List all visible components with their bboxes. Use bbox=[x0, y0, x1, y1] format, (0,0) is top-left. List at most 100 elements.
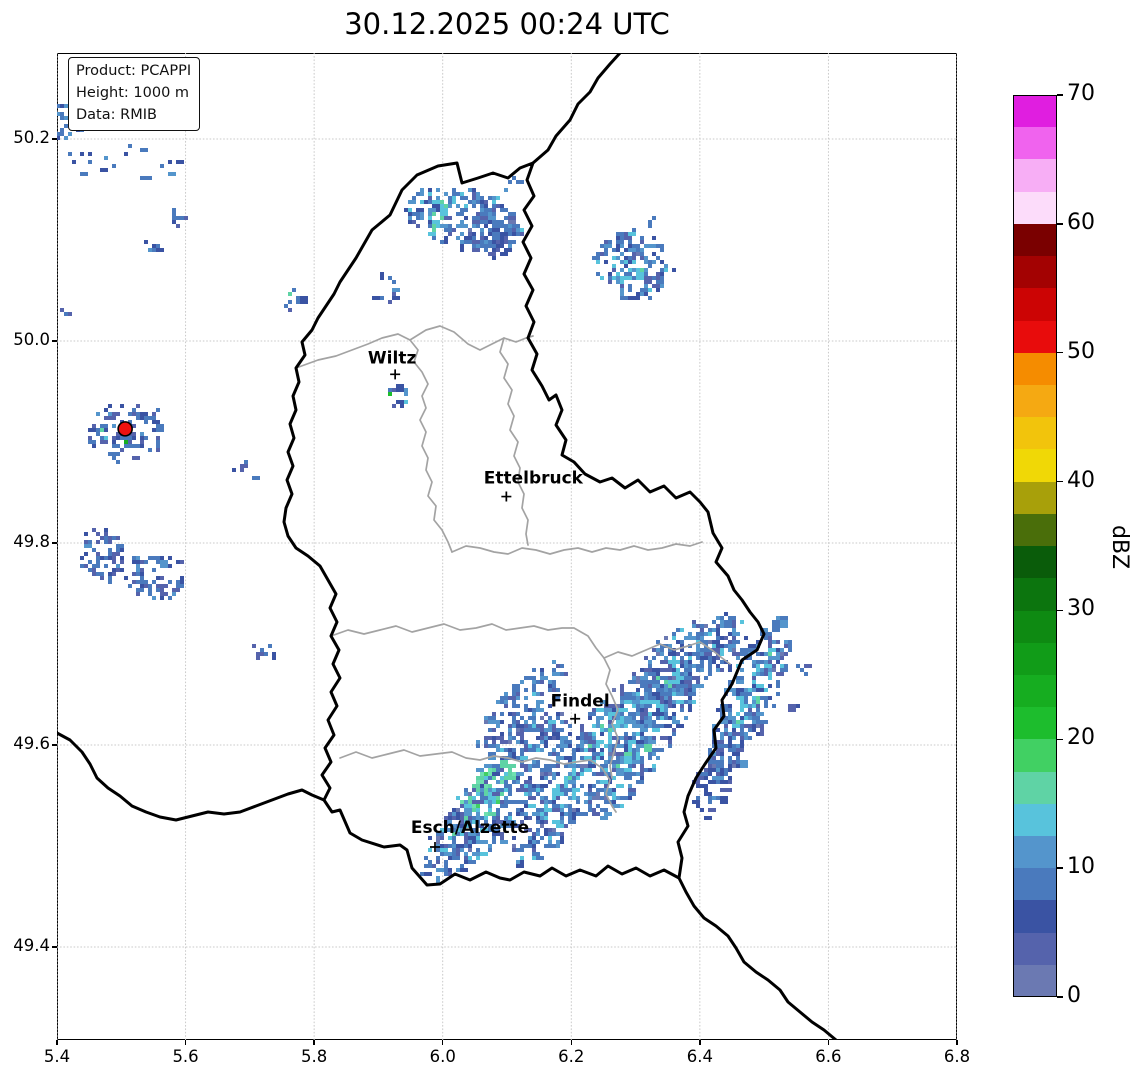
x-axis-tick-label: 6.4 bbox=[686, 1047, 713, 1066]
radar-figure: 30.12.2025 00:24 UTC Wiltz Ettelbruck Fi… bbox=[0, 0, 1145, 1084]
canton-border bbox=[451, 541, 703, 555]
colorbar-segment bbox=[1013, 642, 1057, 675]
x-axis-tick bbox=[184, 1040, 187, 1045]
colorbar-tick-label: 30 bbox=[1067, 596, 1095, 622]
x-axis-tick-label: 6.0 bbox=[429, 1047, 456, 1066]
colorbar-tick-label: 40 bbox=[1067, 467, 1095, 493]
colorbar-tick-label: 70 bbox=[1067, 81, 1095, 106]
map-plot-area: Wiltz Ettelbruck Findel Esch/Alzette Produc… bbox=[57, 53, 957, 1040]
x-axis-tick-label: 5.6 bbox=[172, 1047, 199, 1066]
y-axis-tick bbox=[52, 138, 57, 140]
y-axis-tick-label: 50.2 bbox=[13, 128, 50, 147]
colorbar-tick-label: 50 bbox=[1067, 338, 1095, 364]
colorbar-tick bbox=[1057, 480, 1063, 483]
y-axis-tick bbox=[52, 340, 57, 342]
x-axis-tick-label: 6.8 bbox=[943, 1047, 971, 1066]
colorbar-segment bbox=[1013, 159, 1057, 192]
y-axis-tick-label: 49.4 bbox=[13, 936, 50, 955]
colorbar-tick bbox=[1057, 351, 1063, 354]
colorbar-segment bbox=[1013, 674, 1057, 708]
colorbar-tick bbox=[1057, 609, 1063, 612]
colorbar-tick-label: 10 bbox=[1067, 854, 1095, 880]
colorbar-segment bbox=[1013, 352, 1057, 385]
x-axis-tick bbox=[56, 1040, 58, 1045]
colorbar-segment bbox=[1013, 95, 1057, 128]
country-border-belgium-germany bbox=[531, 53, 622, 165]
radar-echo-layer bbox=[57, 96, 812, 884]
colorbar-tick-label: 0 bbox=[1067, 983, 1081, 1008]
x-axis-tick-label: 6.6 bbox=[815, 1047, 842, 1066]
product-info-box: Product: PCAPPI Height: 1000 m Data: RMI… bbox=[68, 57, 201, 132]
colorbar-segment bbox=[1013, 707, 1057, 740]
height-line: Height: 1000 m bbox=[76, 85, 190, 102]
colorbar-segment bbox=[1013, 288, 1057, 321]
city-marker-wiltz bbox=[390, 369, 401, 380]
colorbar-segment bbox=[1013, 223, 1057, 257]
x-axis-tick bbox=[956, 1040, 958, 1045]
x-axis-tick-label: 5.4 bbox=[43, 1047, 71, 1066]
x-axis-tick-label: 6.2 bbox=[558, 1047, 585, 1066]
colorbar-tick bbox=[1057, 738, 1063, 741]
colorbar-segment bbox=[1013, 610, 1057, 643]
y-axis-tick-label: 49.8 bbox=[13, 532, 50, 551]
gridlines bbox=[57, 53, 957, 1040]
colorbar-segment bbox=[1013, 900, 1057, 933]
y-axis-tick bbox=[52, 744, 57, 746]
colorbar-segment bbox=[1013, 449, 1057, 482]
colorbar-segment bbox=[1013, 481, 1057, 514]
radar-map: Wiltz Ettelbruck Findel Esch/Alzette bbox=[57, 53, 957, 1040]
x-axis-tick-label: 5.8 bbox=[301, 1047, 328, 1066]
colorbar-tick-label: 20 bbox=[1067, 725, 1095, 751]
colorbar-tick-label: 60 bbox=[1067, 209, 1095, 235]
city-label-ettelbruck: Ettelbruck bbox=[484, 469, 584, 489]
colorbar-segment bbox=[1013, 578, 1057, 611]
colorbar-segment bbox=[1013, 256, 1057, 289]
city-marker-findel bbox=[570, 713, 581, 724]
colorbar-segment bbox=[1013, 739, 1057, 772]
x-axis-tick bbox=[313, 1040, 315, 1045]
colorbar-segment bbox=[1013, 836, 1057, 869]
colorbar bbox=[1013, 95, 1057, 998]
colorbar-segment bbox=[1013, 964, 1057, 998]
colorbar-segment bbox=[1013, 513, 1057, 547]
x-axis-tick bbox=[570, 1040, 573, 1045]
canton-border bbox=[499, 337, 529, 546]
city-label-findel: Findel bbox=[551, 692, 610, 712]
colorbar-tick bbox=[1057, 94, 1063, 96]
y-axis-tick-label: 49.6 bbox=[13, 734, 50, 753]
y-axis-tick bbox=[52, 946, 57, 948]
country-border-belgium-france bbox=[57, 731, 326, 822]
colorbar-segment bbox=[1013, 320, 1057, 353]
colorbar-tick bbox=[1057, 867, 1063, 869]
colorbar-segment bbox=[1013, 932, 1057, 965]
colorbar-segment bbox=[1013, 191, 1057, 224]
city-marker-ettelbruck bbox=[501, 491, 512, 502]
data-source-line: Data: RMIB bbox=[76, 107, 157, 124]
x-axis-tick bbox=[441, 1040, 444, 1045]
colorbar-segment bbox=[1013, 803, 1057, 837]
y-axis-tick bbox=[52, 542, 57, 544]
country-border-luxembourg bbox=[282, 161, 766, 887]
country-border-france-germany bbox=[677, 876, 838, 1040]
colorbar-label: dBZ bbox=[1107, 524, 1132, 570]
product-line: Product: PCAPPI bbox=[76, 63, 192, 79]
canton-border bbox=[330, 623, 605, 659]
city-label-esch-alzette: Esch/Alzette bbox=[411, 818, 529, 838]
page-title: 30.12.2025 00:24 UTC bbox=[344, 7, 670, 41]
country-borders bbox=[57, 53, 838, 1040]
x-axis-tick bbox=[827, 1040, 830, 1045]
canton-border bbox=[409, 325, 534, 351]
colorbar-segment bbox=[1013, 868, 1057, 901]
colorbar-segment bbox=[1013, 546, 1057, 579]
x-axis-tick bbox=[699, 1040, 701, 1045]
colorbar-segment bbox=[1013, 771, 1057, 804]
y-axis-tick-label: 50.0 bbox=[13, 330, 50, 349]
map-annotations: Wiltz Ettelbruck Findel Esch/Alzette bbox=[117, 348, 610, 853]
colorbar-segment bbox=[1013, 384, 1057, 418]
colorbar-segment bbox=[1013, 417, 1057, 450]
radar-site-marker bbox=[117, 421, 133, 437]
colorbar-tick bbox=[1057, 996, 1063, 998]
colorbar-segment bbox=[1013, 127, 1057, 160]
colorbar-tick bbox=[1057, 223, 1063, 225]
city-label-wiltz: Wiltz bbox=[368, 348, 417, 368]
